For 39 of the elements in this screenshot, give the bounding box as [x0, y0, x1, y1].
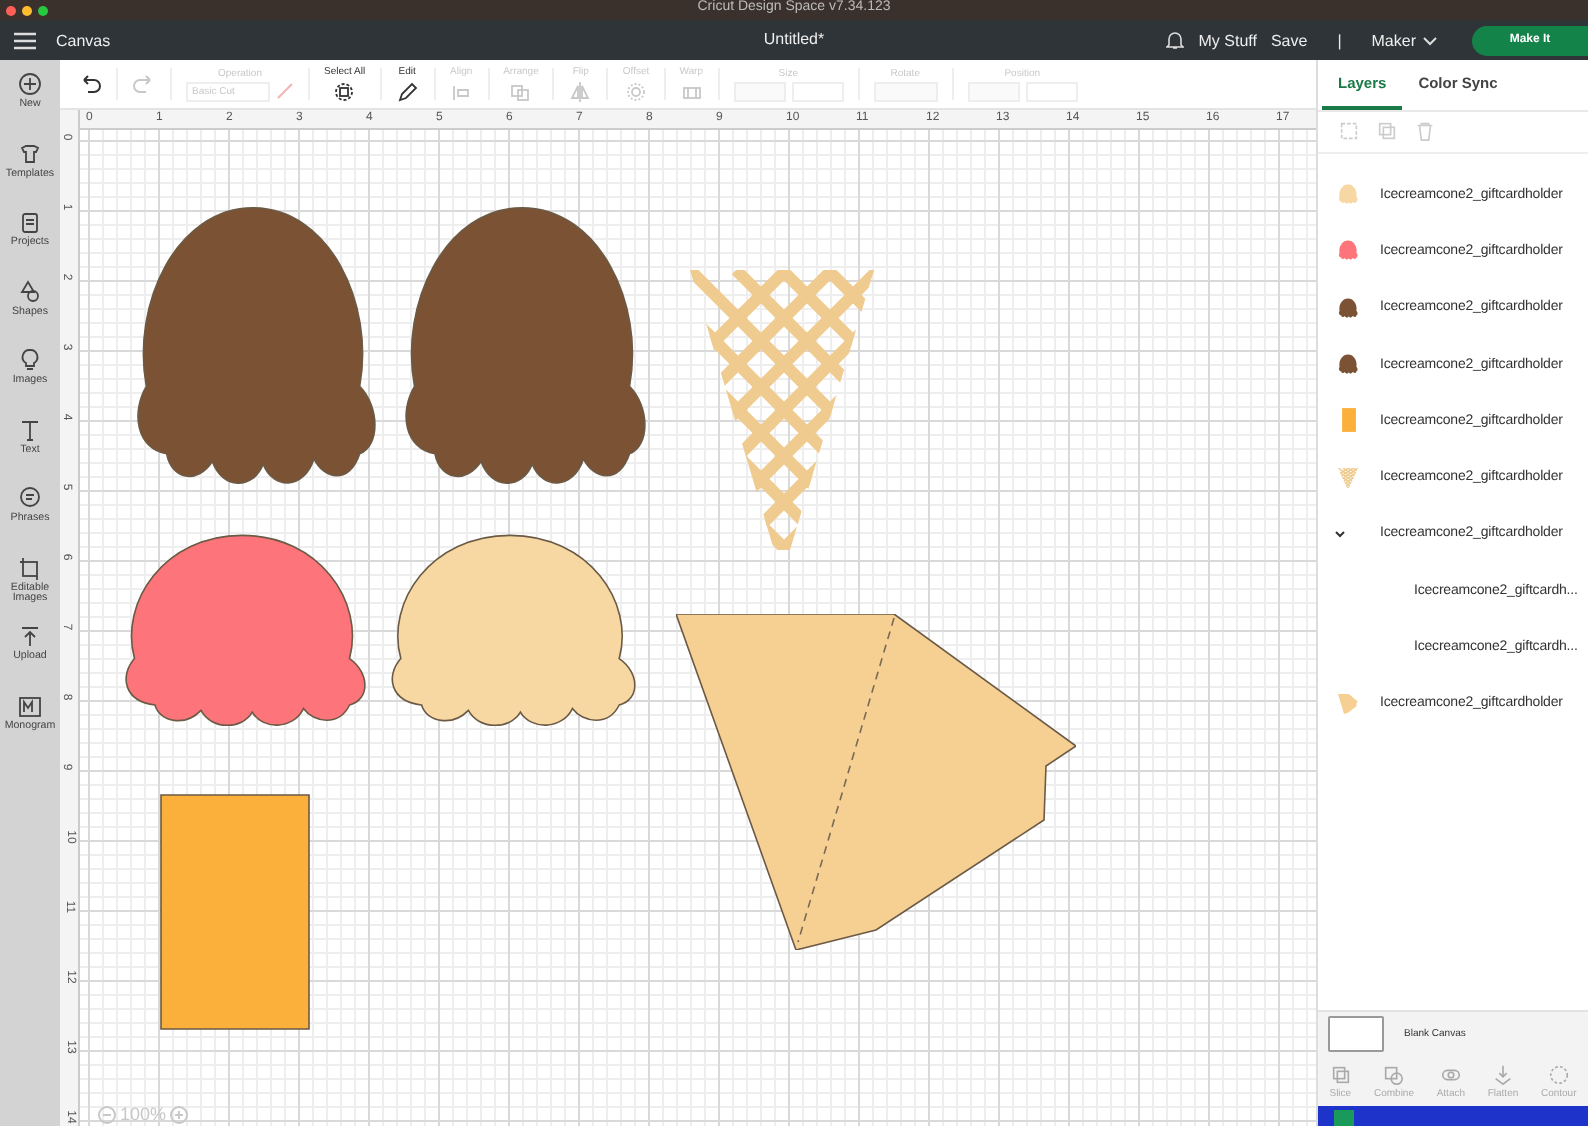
separator: | — [1337, 31, 1342, 49]
sidebar-icon — [18, 279, 42, 303]
sidebar-icon — [18, 210, 42, 234]
selection-icon — [332, 79, 357, 103]
sidebar-icon — [18, 693, 42, 717]
window-controls-icon[interactable] — [6, 5, 48, 15]
header-link[interactable]: Save — [1270, 31, 1308, 49]
zoom-in-button[interactable] — [170, 1105, 189, 1123]
offset-icon — [624, 79, 648, 103]
flatten-icon — [1491, 1063, 1514, 1085]
menu-icon[interactable] — [14, 31, 36, 49]
project-title: Untitled* — [763, 30, 825, 48]
canvas-swatch[interactable] — [1328, 1016, 1384, 1052]
bell-icon[interactable] — [1166, 30, 1185, 50]
contour-icon — [1547, 1063, 1570, 1085]
duplicate-icon[interactable] — [1376, 120, 1398, 142]
trash-icon[interactable] — [1414, 120, 1436, 142]
chevron-icon[interactable] — [1334, 527, 1346, 540]
sidebar-icon — [18, 486, 42, 510]
machine-dropdown[interactable]: Maker — [1371, 31, 1438, 49]
flip-icon — [568, 79, 593, 103]
sidebar-icon — [18, 624, 42, 648]
sidebar-icon — [18, 555, 42, 579]
sidebar-icon — [18, 348, 42, 372]
sidebar-icon — [18, 72, 42, 96]
zoom-out-button[interactable] — [98, 1105, 116, 1123]
arrange-icon — [508, 79, 533, 103]
sidebar-icon — [18, 417, 42, 441]
slice-icon — [1329, 1063, 1352, 1085]
canvas-label: Canvas — [56, 31, 111, 49]
square-icon — [1334, 1110, 1354, 1126]
pen-icon — [276, 82, 294, 100]
undo-icon[interactable] — [78, 72, 102, 96]
sidebar-icon — [18, 141, 42, 165]
pencil-icon — [395, 79, 420, 103]
chevron-icon — [1422, 35, 1438, 45]
ungroup-icon[interactable] — [1338, 120, 1360, 142]
header-link[interactable]: My Stuff — [1198, 31, 1257, 49]
combine-icon — [1382, 1063, 1405, 1085]
